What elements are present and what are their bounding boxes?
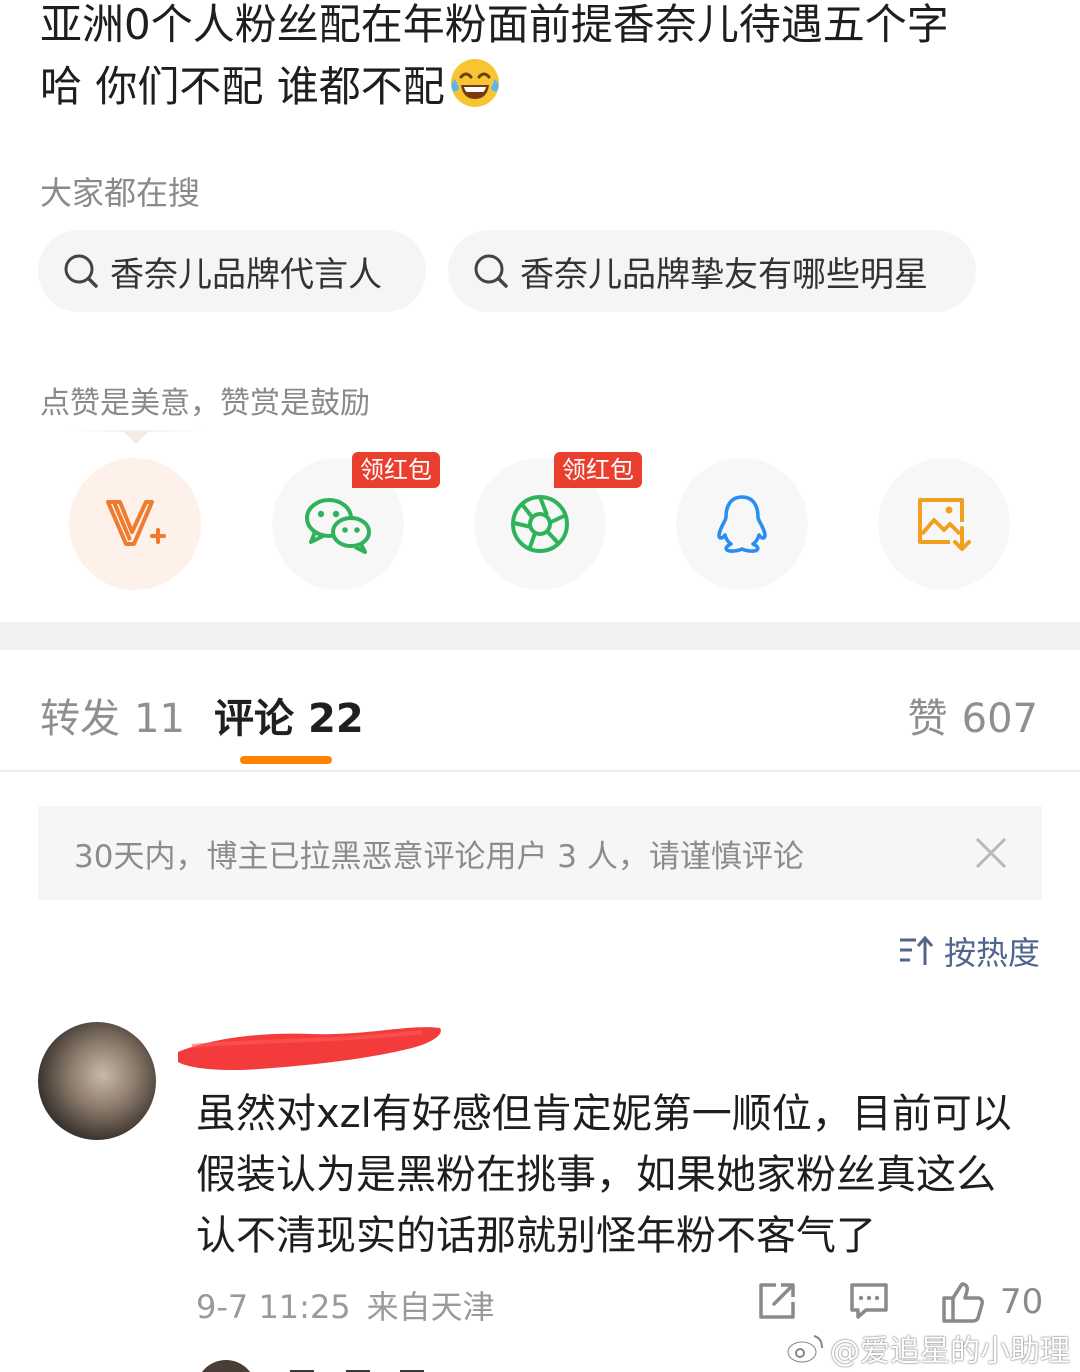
reward-heading: 点赞是美意，赞赏是鼓励	[40, 386, 370, 421]
weibo-post-page: 亚洲0个人粉丝配在年粉面前提香奈儿待遇五个字 哈 你们不配 谁都不配 大家都在搜…	[0, 0, 1080, 1372]
search-suggestion-1[interactable]: 香奈儿品牌代言人	[38, 230, 426, 312]
comment-like-count: 70	[1000, 1282, 1044, 1322]
red-packet-badge: 领红包	[352, 452, 440, 488]
wechat-icon	[305, 498, 371, 554]
wechat-share-button[interactable]: 领红包	[272, 452, 440, 590]
comment-reply-button[interactable]	[848, 1280, 890, 1326]
search-suggestion-2-label: 香奈儿品牌挚友有哪些明星	[520, 254, 928, 295]
next-commenter-name-partial	[290, 1356, 450, 1372]
tab-comment[interactable]: 评论 22	[214, 686, 364, 744]
tab-comment-count: 22	[308, 696, 364, 742]
qq-icon	[717, 495, 767, 553]
moments-share-button[interactable]: 领红包	[474, 452, 642, 590]
save-image-button[interactable]	[878, 458, 1010, 590]
search-icon	[64, 254, 98, 288]
sort-icon	[899, 935, 934, 965]
active-tab-indicator	[240, 756, 332, 764]
comment-line-1: 虽然对xzl有好感但肯定妮第一顺位，目前可以	[196, 1091, 1012, 1137]
watermark-text: @爱追星的小助理	[830, 1334, 1070, 1369]
save-image-icon	[918, 498, 971, 551]
comment-line-3: 认不清现实的话那就别怪年粉不客气了	[196, 1213, 876, 1259]
tab-repost[interactable]: 转发 11	[40, 686, 185, 744]
comment-meta: 9-7 11:25 来自天津	[196, 1282, 495, 1328]
tooltip-arrow	[124, 432, 148, 444]
search-icon	[474, 254, 508, 288]
tab-repost-label: 转发	[40, 696, 120, 742]
thumbs-up-icon	[942, 1282, 984, 1323]
commenter-avatar[interactable]	[38, 1022, 156, 1140]
comment-like-button[interactable]: 70	[940, 1280, 1043, 1324]
comment-body: 虽然对xzl有好感但肯定妮第一顺位，目前可以 假装认为是黑粉在挑事，如果她家粉丝…	[196, 1084, 1046, 1267]
comment-time: 9-7 11:25	[196, 1288, 351, 1326]
blocked-users-notice: 30天内，博主已拉黑恶意评论用户 3 人，请谨慎评论	[38, 806, 1042, 900]
post-line-2-text: 哈 你们不配 谁都不配	[40, 62, 445, 111]
weibo-watermark: @爱追星的小助理	[786, 1326, 1070, 1370]
share-out-icon	[759, 1283, 795, 1319]
search-suggestion-2[interactable]: 香奈儿品牌挚友有哪些明星	[448, 230, 976, 312]
qq-share-button[interactable]	[676, 458, 808, 590]
next-commenter-avatar[interactable]	[196, 1360, 256, 1372]
post-line-2: 哈 你们不配 谁都不配	[40, 56, 1050, 118]
search-suggestion-1-label: 香奈儿品牌代言人	[110, 254, 382, 295]
tab-repost-count: 11	[134, 696, 185, 742]
comment-repost-button[interactable]	[756, 1280, 798, 1326]
tab-comment-label: 评论	[214, 696, 294, 742]
tab-like-count: 607	[961, 696, 1038, 742]
tab-like[interactable]: 赞 607	[908, 686, 1038, 744]
sort-label: 按热度	[943, 934, 1040, 972]
v-plus-icon	[106, 500, 166, 546]
comment-bubble-icon	[850, 1283, 888, 1319]
comment-location: 来自天津	[366, 1288, 495, 1326]
comment-line-2: 假装认为是黑粉在挑事，如果她家粉丝真这么	[196, 1152, 996, 1198]
close-icon[interactable]	[974, 836, 1008, 870]
laughing-tears-emoji-icon	[450, 59, 499, 107]
weibo-logo-icon	[786, 1335, 823, 1364]
post-body: 亚洲0个人粉丝配在年粉面前提香奈儿待遇五个字 哈 你们不配 谁都不配	[40, 0, 1050, 118]
sort-by-heat-button[interactable]: 按热度	[898, 928, 1040, 974]
moments-icon	[511, 495, 569, 553]
search-heading: 大家都在搜	[40, 174, 201, 212]
notice-text: 30天内，博主已拉黑恶意评论用户 3 人，请谨慎评论	[74, 838, 804, 875]
interaction-tabs: 转发 11 评论 22 赞 607	[0, 650, 1080, 772]
post-line-1: 亚洲0个人粉丝配在年粉面前提香奈儿待遇五个字	[40, 0, 949, 49]
v-plus-button[interactable]	[69, 458, 201, 590]
section-divider	[0, 622, 1080, 650]
redacted-username	[178, 1027, 441, 1070]
tab-like-label: 赞	[907, 696, 948, 742]
red-packet-badge: 领红包	[554, 452, 642, 488]
